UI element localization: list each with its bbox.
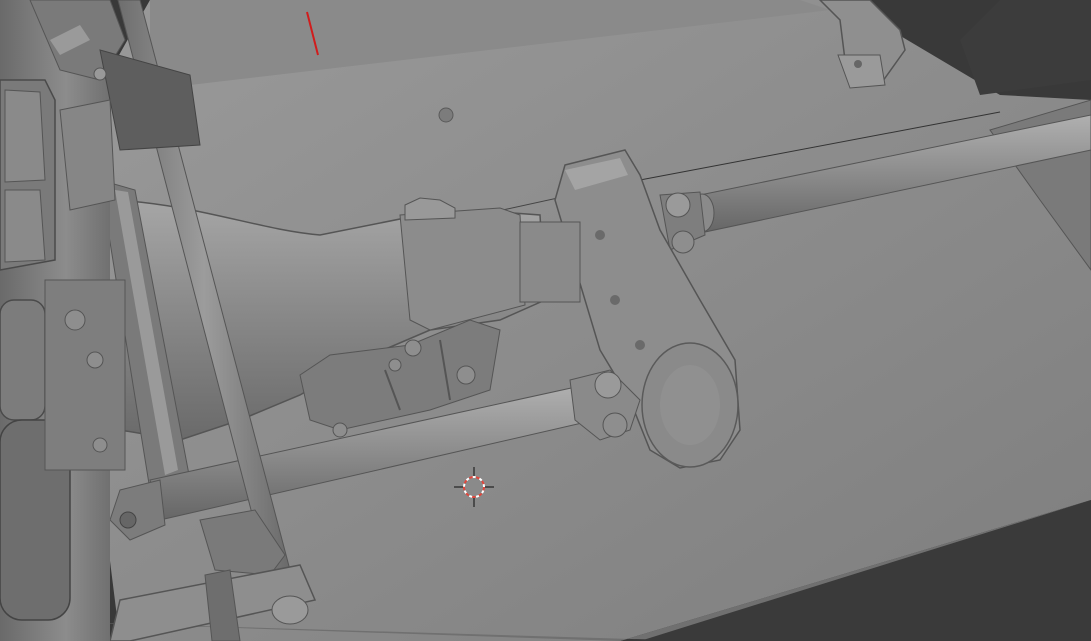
floor-bolt (438, 107, 454, 123)
3d-viewport[interactable] (0, 0, 1091, 641)
scene-render[interactable] (0, 0, 1091, 641)
